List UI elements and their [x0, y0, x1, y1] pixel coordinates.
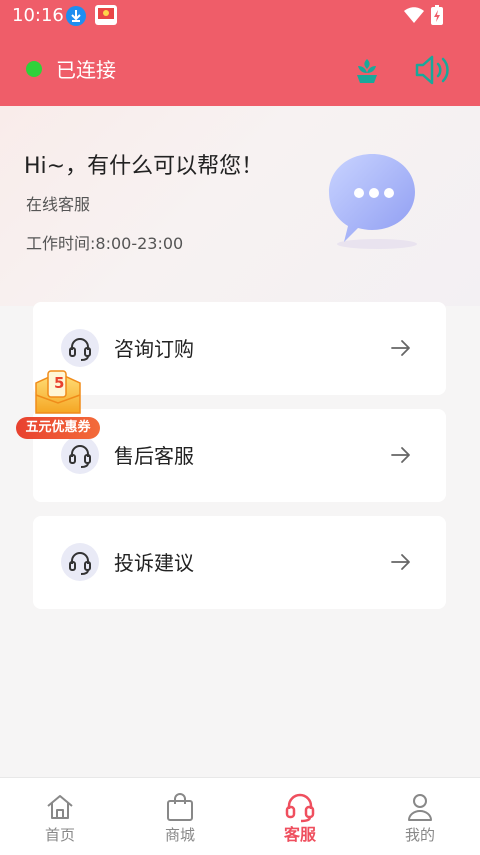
download-icon	[66, 6, 86, 30]
connection-status-dot	[26, 61, 42, 77]
headset-icon	[284, 791, 316, 827]
battery-charging-icon	[431, 5, 443, 29]
service-label: 售后客服	[114, 444, 194, 468]
shopping-bag-icon	[164, 791, 196, 827]
nav-item-mall[interactable]: 商城	[120, 778, 240, 855]
connection-status-text: 已连接	[56, 58, 116, 82]
service-label: 咨询订购	[114, 337, 194, 361]
coupon-badge[interactable]: 5 五元优惠券	[14, 365, 100, 443]
flower-icon[interactable]	[353, 57, 381, 89]
chat-bubble-icon	[322, 150, 422, 254]
coupon-number: 5	[54, 374, 65, 392]
headset-icon	[61, 543, 99, 581]
speaker-icon[interactable]	[414, 54, 452, 90]
nav-label: 首页	[44, 826, 75, 844]
user-icon	[404, 791, 436, 827]
working-hours: 工作时间:8:00-23:00	[26, 234, 184, 253]
nav-item-home[interactable]: 首页	[0, 778, 120, 855]
nav-item-mine[interactable]: 我的	[360, 778, 480, 855]
status-time: 10:16	[12, 5, 64, 26]
arrow-right-icon	[389, 336, 413, 364]
service-card-complaint[interactable]: 投诉建议	[33, 516, 446, 609]
arrow-right-icon	[389, 550, 413, 578]
service-label: 投诉建议	[114, 551, 194, 575]
home-icon	[44, 791, 76, 827]
nav-label: 商城	[164, 826, 195, 844]
wifi-icon	[404, 7, 424, 27]
online-service-label: 在线客服	[26, 195, 91, 214]
nav-label: 我的	[404, 826, 435, 844]
nav-label: 客服	[283, 825, 316, 844]
headset-icon	[61, 329, 99, 367]
coupon-label: 五元优惠券	[16, 417, 100, 439]
app-notification-icon	[95, 5, 117, 29]
bottom-nav: 首页 商城 客服 我的	[0, 777, 480, 855]
arrow-right-icon	[389, 443, 413, 471]
nav-item-service[interactable]: 客服	[240, 778, 360, 855]
greeting-title: Hi~，有什么可以帮您！	[24, 154, 264, 179]
